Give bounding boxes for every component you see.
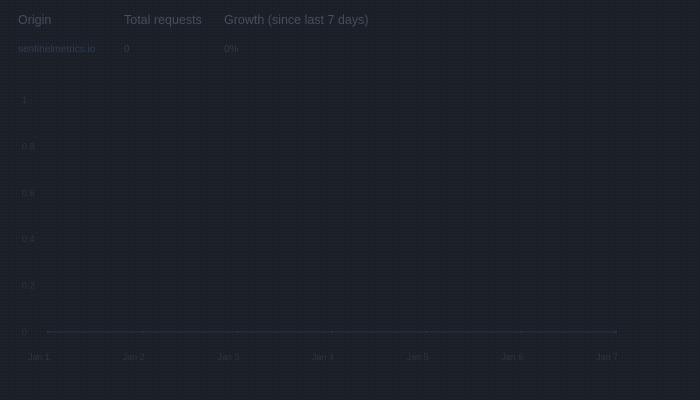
- x-tick-label: Jan 7: [596, 352, 618, 362]
- x-axis: Jan 1 Jan 2 Jan 3 Jan 4 Jan 5 Jan 6 Jan 7: [28, 352, 618, 362]
- total-requests-cell: 0: [124, 44, 130, 55]
- x-tick-label: Jan 4: [312, 352, 334, 362]
- series-layer: [46, 330, 618, 334]
- series-point: [141, 330, 144, 334]
- y-tick-label: 0.4: [22, 234, 35, 244]
- requests-panel: Origin Total requests Growth (since last…: [0, 0, 700, 400]
- growth-cell: 0%: [224, 44, 239, 55]
- table-row-origin-cell[interactable]: sentinelmetrics.io: [18, 44, 118, 55]
- x-tick-label: Jan 2: [123, 352, 145, 362]
- series-point: [425, 330, 428, 334]
- total-requests-column-header[interactable]: Total requests: [124, 13, 224, 27]
- y-axis: 1 0.8 0.6 0.4 0.2 0: [22, 95, 35, 337]
- requests-line-chart: 1 0.8 0.6 0.4 0.2 0 Jan 1 Jan 2 Jan 3 Jan 4 Jan 5…: [22, 95, 618, 362]
- series-point: [520, 330, 523, 334]
- y-tick-label: 0.6: [22, 188, 35, 198]
- x-tick-label: Jan 1: [28, 352, 50, 362]
- x-tick-label: Jan 5: [407, 352, 429, 362]
- y-tick-label: 0.8: [22, 141, 35, 151]
- series-point: [614, 330, 618, 334]
- x-tick-label: Jan 6: [501, 352, 523, 362]
- origin-column-header[interactable]: Origin: [18, 13, 118, 27]
- series-point: [46, 330, 50, 334]
- y-tick-label: 1: [22, 95, 27, 105]
- growth-column-header[interactable]: Growth (since last 7 days): [224, 13, 424, 27]
- x-tick-label: Jan 3: [217, 352, 239, 362]
- series-point: [236, 330, 239, 334]
- y-tick-label: 0.2: [22, 281, 35, 291]
- series-point: [330, 330, 334, 334]
- y-tick-label: 0: [22, 327, 27, 337]
- origin-link[interactable]: sentinelmetrics.io: [18, 44, 95, 55]
